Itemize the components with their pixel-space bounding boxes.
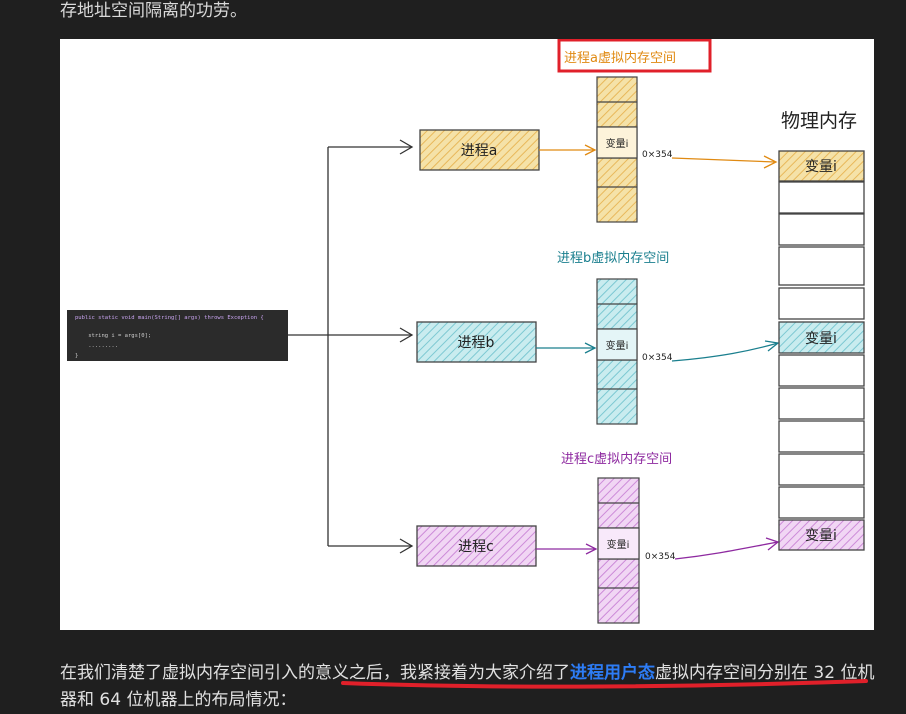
vm-c-title: 进程c虚拟内存空间 [561,451,672,467]
mapping-a-arrow [671,155,778,169]
vm-b-var: 变量i [606,339,629,352]
physical-memory-column [778,150,865,551]
vm-b-address: 0×354 [642,353,673,363]
physical-var-b: 变量i [805,331,837,347]
mapping-c-arrow [674,537,780,560]
vm-a-address: 0×354 [642,150,673,160]
process-c-label: 进程c [458,539,494,555]
paragraph-text-before: 在我们清楚了虚拟内存空间引入的意义之后，我紧接着为大家介绍了 [60,663,570,683]
physical-memory-title: 物理内存 [781,110,857,132]
process-a-label: 进程a [461,143,498,159]
vm-a-var: 变量i [606,137,629,150]
vm-c-var: 变量i [607,538,630,551]
vm-a-title: 进程a虚拟内存空间 [564,50,676,66]
process-c-arrow [536,543,598,555]
code-line: public static void main(String[] args) t… [75,315,264,321]
vm-b-title: 进程b虚拟内存空间 [557,250,669,266]
code-line: ......... [75,343,119,349]
physical-var-a: 变量i [805,159,837,175]
code-line: string i = args[0]; [75,333,152,339]
physical-var-c: 变量i [805,528,837,544]
paragraph-highlight-link[interactable]: 进程用户态 [570,663,655,683]
process-b-label: 进程b [458,335,495,351]
article-top-text: 存地址空间隔离的功劳。 [60,1,247,21]
vm-c-address: 0×354 [645,552,676,562]
process-b-arrow [536,342,597,354]
code-snippet: public static void main(String[] args) t… [67,310,288,361]
mapping-b-arrow [671,340,780,362]
process-a-arrow [539,144,597,156]
article-paragraph: 在我们清楚了虚拟内存空间引入的意义之后，我紧接着为大家介绍了进程用户态虚拟内存空… [60,660,880,714]
branch-connector [288,139,414,554]
code-line: } [75,353,79,359]
memory-diagram-figure: 进程a 进程b 进程c 进程a虚拟内存空间 进程b虚拟内存空间 进程c虚拟内存空… [60,38,874,630]
